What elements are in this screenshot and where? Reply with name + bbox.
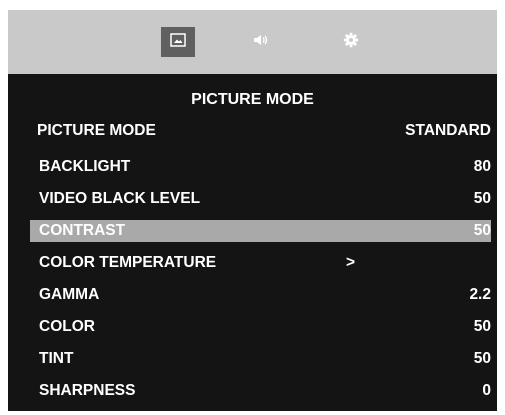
menu-item-gamma[interactable]: GAMMA 2.2	[30, 284, 491, 306]
submenu-arrow: >	[346, 254, 356, 271]
menu-item-label: VIDEO BLACK LEVEL	[39, 190, 201, 207]
menu-item-label: BACKLIGHT	[39, 158, 131, 175]
menu-item-label: GAMMA	[39, 286, 100, 303]
menu-item-value: 50	[473, 222, 491, 239]
speaker-icon	[252, 33, 270, 52]
menu-item-value: 0	[482, 382, 491, 399]
menu-item-value: 2.2	[469, 286, 491, 303]
menu-item-contrast[interactable]: CONTRAST 50	[30, 220, 491, 242]
menu-item-label: CONTRAST	[39, 222, 126, 239]
osd-menu: PICTURE MODE PICTURE MODE STANDARD BACKL…	[8, 10, 497, 411]
picture-mode-menu: PICTURE MODE PICTURE MODE STANDARD BACKL…	[8, 74, 497, 411]
tab-setup[interactable]	[334, 27, 368, 57]
category-tab-bar	[8, 10, 497, 74]
menu-item-label: TINT	[39, 350, 74, 367]
menu-title: PICTURE MODE	[191, 91, 314, 108]
menu-item-label: COLOR	[39, 318, 95, 335]
menu-item-value: STANDARD	[405, 122, 491, 139]
menu-item-value: 50	[473, 190, 491, 207]
tab-picture[interactable]	[161, 27, 195, 57]
menu-item-picture-mode[interactable]: PICTURE MODE STANDARD	[30, 120, 491, 142]
menu-item-backlight[interactable]: BACKLIGHT 80	[30, 156, 491, 178]
menu-item-tint[interactable]: TINT 50	[30, 348, 491, 370]
menu-item-color[interactable]: COLOR 50	[30, 316, 491, 338]
menu-item-label: SHARPNESS	[39, 382, 136, 399]
menu-item-video-black-level[interactable]: VIDEO BLACK LEVEL 50	[30, 188, 491, 210]
tab-sound[interactable]	[244, 27, 278, 57]
menu-item-value: 50	[473, 350, 491, 367]
menu-item-sharpness[interactable]: SHARPNESS 0	[30, 380, 491, 402]
picture-icon	[170, 32, 186, 52]
menu-item-value: 50	[473, 318, 491, 335]
menu-item-color-temperature[interactable]: COLOR TEMPERATURE >	[30, 252, 491, 274]
menu-item-value: 80	[473, 158, 491, 175]
gear-icon	[343, 32, 359, 53]
menu-item-label: COLOR TEMPERATURE	[39, 254, 217, 271]
menu-item-label: PICTURE MODE	[37, 122, 156, 139]
